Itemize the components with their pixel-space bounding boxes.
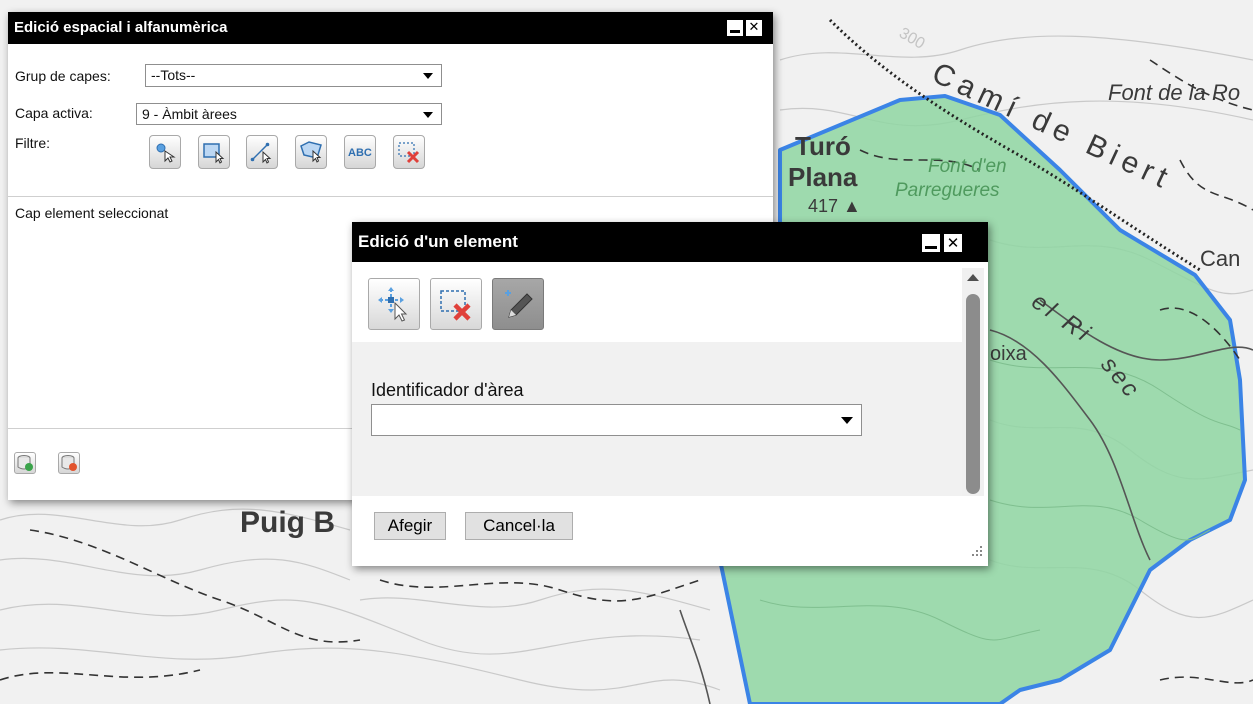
polygon-select-icon [300,141,322,163]
delete-element-icon [440,290,471,321]
add-layer-icon [17,455,33,471]
attribute-form-panel: Identificador d'àrea [352,342,962,496]
chevron-down-icon [423,112,433,118]
add-layer-button[interactable] [14,452,36,474]
active-layer-select[interactable]: 9 - Àmbit àrees [136,103,442,125]
filter-label: Filtre: [15,135,50,151]
element-edit-title-bar[interactable]: Edició d'un element ✕ [352,222,988,262]
resize-grip-icon[interactable] [970,544,984,560]
edit-pencil-icon [505,290,533,318]
abc-text-label: ABC [348,147,372,159]
line-select-icon [250,142,272,164]
chevron-down-icon [841,417,853,424]
area-identifier-label: Identificador d'àrea [371,380,524,400]
map-label-can: Can [1200,246,1240,271]
cancel-button[interactable]: Cancel·la [465,512,573,540]
edit-attributes-button[interactable] [492,278,544,330]
area-identifier-select[interactable] [371,404,862,436]
map-label-puig: Puig B [240,506,335,539]
map-label-parregueres: Parregueres [895,180,1000,201]
clear-selection-button[interactable] [393,135,425,169]
map-label-turo: Turó [795,131,851,161]
abc-text-icon: ABC [348,147,372,159]
divider [8,196,773,197]
layer-group-label: Grup de capes: [15,68,111,84]
window-title: Edició espacial i alfanumèrica [14,19,228,36]
clear-selection-icon [398,142,420,164]
remove-layer-button[interactable] [58,452,80,474]
layer-group-select[interactable]: --Tots-- [145,64,442,87]
rectangle-select-icon [203,143,225,164]
map-label-elevation: 417 ▲ [808,196,861,216]
map-label-font-de-la-ro: Font de la Ro [1108,80,1240,105]
rectangle-select-button[interactable] [198,135,230,169]
move-vertex-button[interactable] [368,278,420,330]
map-label-plana: Plana [788,162,858,192]
line-select-button[interactable] [246,135,278,169]
dialog-title: Edició d'un element [358,232,518,251]
minimize-button[interactable] [727,20,743,36]
point-select-button[interactable] [149,135,181,169]
close-button[interactable]: ✕ [944,234,962,252]
scroll-thumb[interactable] [966,294,980,494]
text-select-button[interactable]: ABC [344,135,376,169]
add-button[interactable]: Afegir [374,512,446,540]
polygon-select-button[interactable] [295,135,327,169]
selection-status: Cap element seleccionat [15,205,169,221]
active-layer-label: Capa activa: [15,105,93,121]
dialog-scrollbar[interactable] [962,268,984,496]
move-vertex-icon [378,287,408,322]
delete-element-button[interactable] [430,278,482,330]
point-select-icon [156,143,176,163]
element-edit-dialog: Edició d'un element ✕ Identificador d'àr… [352,222,988,566]
minimize-button[interactable] [922,234,940,252]
scroll-up-arrow-icon[interactable] [967,274,979,281]
map-label-font-den: Font d'en [928,156,1007,177]
spatial-edit-title-bar[interactable]: Edició espacial i alfanumèrica ✕ [8,12,773,44]
remove-layer-icon [61,455,77,471]
chevron-down-icon [423,73,433,79]
map-label-oixa: oixa [990,343,1028,365]
close-button[interactable]: ✕ [746,20,762,36]
